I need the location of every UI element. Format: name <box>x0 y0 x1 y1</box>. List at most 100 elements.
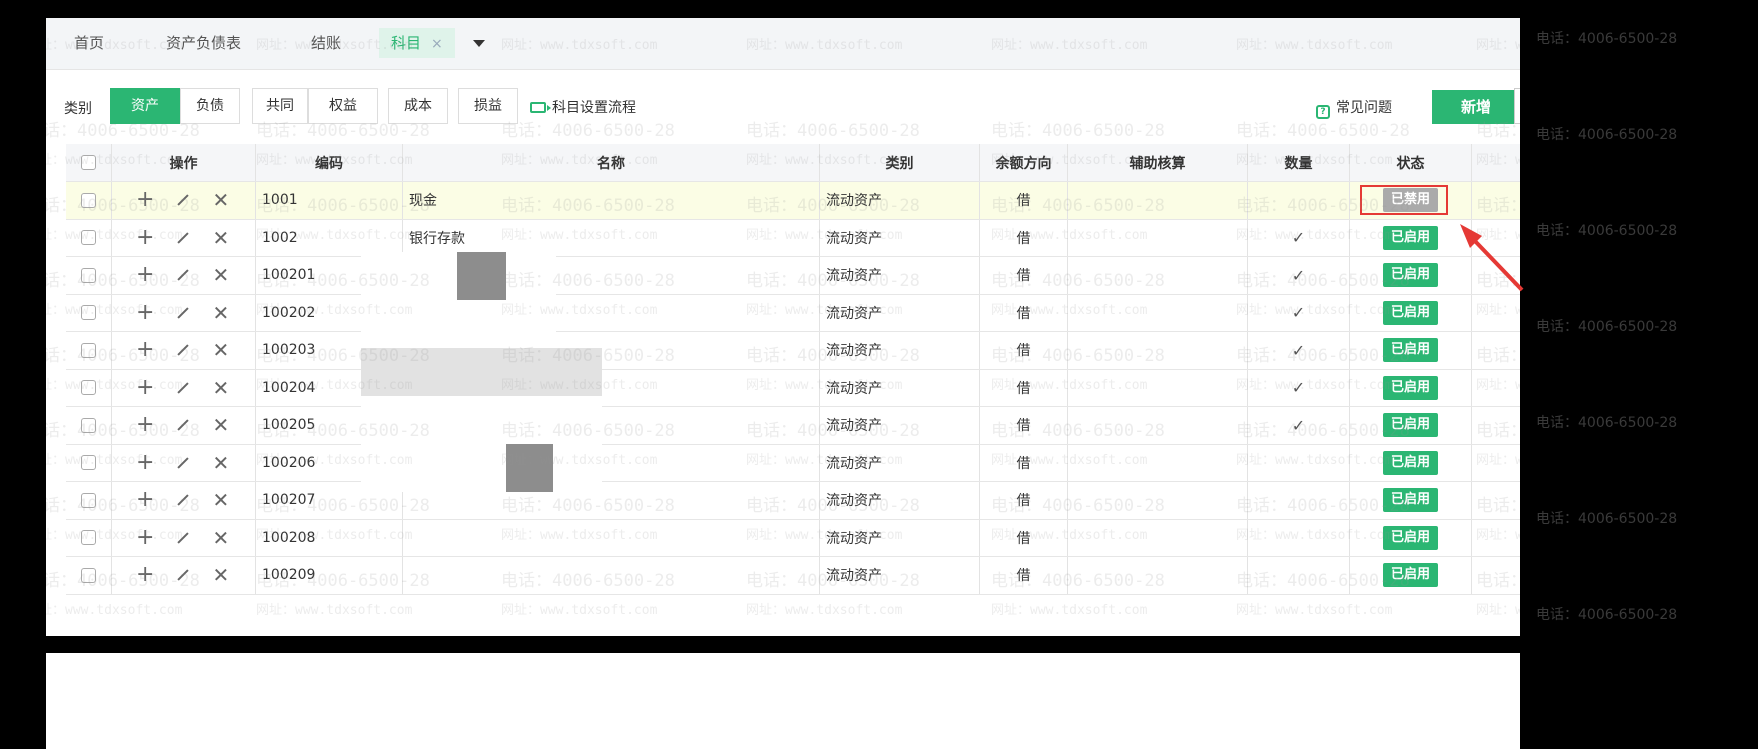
tab-accounts[interactable]: 科目 × <box>379 28 455 58</box>
pencil-icon[interactable] <box>177 532 190 544</box>
close-icon[interactable]: ✕ <box>212 340 229 360</box>
watermark-url: 网址：www.tdxsoft.com <box>1236 603 1393 618</box>
row-checkbox[interactable] <box>81 417 96 433</box>
table-row[interactable]: + ✕ 100202 流动资产借 ✓ 已启用 <box>66 294 1520 332</box>
flow-link-label: 科目设置流程 <box>552 100 636 116</box>
category-cost-button[interactable]: 成本 <box>388 88 448 124</box>
row-checkbox[interactable] <box>81 492 96 508</box>
table-row[interactable]: + ✕ 100208 流动资产借已启用 <box>66 519 1520 557</box>
table-row[interactable]: + ✕ 1002 银行存款 流动资产借 ✓ 已启用 <box>66 219 1520 257</box>
row-checkbox[interactable] <box>81 567 96 583</box>
plus-icon[interactable]: + <box>136 414 154 436</box>
plus-icon[interactable]: + <box>136 339 154 361</box>
tab-home[interactable]: 首页 <box>62 28 116 58</box>
status-badge[interactable]: 已启用 <box>1382 300 1438 325</box>
pencil-icon[interactable] <box>177 382 190 394</box>
close-icon[interactable]: ✕ <box>212 228 229 248</box>
table-row[interactable]: + ✕ 100207 流动资产借已启用 <box>66 482 1520 520</box>
column-header-name[interactable]: 名称 <box>403 144 820 181</box>
chevron-down-icon[interactable] <box>466 28 492 58</box>
truncated-button[interactable] <box>1514 88 1520 124</box>
pencil-icon[interactable] <box>177 569 190 581</box>
plus-icon[interactable]: + <box>136 564 154 586</box>
row-checkbox[interactable] <box>81 192 96 208</box>
close-icon[interactable]: ✕ <box>212 490 229 510</box>
table-row[interactable]: + ✕ 100201 流动资产借 ✓ 已启用 <box>66 257 1520 295</box>
category-common-button[interactable]: 共同 <box>252 88 308 124</box>
pencil-icon[interactable] <box>177 194 190 206</box>
status-badge[interactable]: 已启用 <box>1382 450 1438 475</box>
column-header-category[interactable]: 类别 <box>820 144 980 181</box>
plus-icon[interactable]: + <box>136 189 154 211</box>
status-cell: 已启用 <box>1350 219 1472 256</box>
account-category: 流动资产 <box>820 557 980 594</box>
status-badge[interactable]: 已启用 <box>1382 525 1438 550</box>
row-checkbox[interactable] <box>81 380 96 396</box>
balance-direction: 借 <box>980 182 1068 219</box>
column-header-qty[interactable]: 数量 <box>1248 144 1350 181</box>
select-all-checkbox[interactable] <box>81 155 96 170</box>
plus-icon[interactable]: + <box>136 264 154 286</box>
close-icon[interactable]: ✕ <box>212 303 229 323</box>
close-icon[interactable]: ✕ <box>212 415 229 435</box>
pencil-icon[interactable] <box>177 232 190 244</box>
watermark-url: 网址：www.tdxsoft.com <box>1476 603 1520 618</box>
close-icon[interactable]: ✕ <box>212 190 229 210</box>
row-select-cell <box>66 294 112 331</box>
tab-closing[interactable]: 结账 <box>299 28 353 58</box>
pencil-icon[interactable] <box>177 457 190 469</box>
plus-icon[interactable]: + <box>136 526 154 549</box>
status-badge[interactable]: 已启用 <box>1382 375 1438 400</box>
column-header-aux[interactable]: 辅助核算 <box>1068 144 1248 181</box>
close-icon[interactable]: × <box>431 36 443 52</box>
status-badge[interactable]: 已启用 <box>1382 413 1438 438</box>
column-header-direction[interactable]: 余额方向 <box>980 144 1068 181</box>
row-checkbox[interactable] <box>81 267 96 283</box>
table-row[interactable]: + ✕ 100209 流动资产借已启用 <box>66 557 1520 595</box>
close-icon[interactable]: ✕ <box>212 528 229 548</box>
status-badge[interactable]: 已启用 <box>1382 263 1438 288</box>
category-liability-button[interactable]: 负债 <box>180 88 240 124</box>
row-checkbox[interactable] <box>81 342 96 358</box>
quantity-flag: ✓ <box>1248 407 1350 444</box>
close-icon[interactable]: ✕ <box>212 453 229 473</box>
column-header-status[interactable]: 状态 <box>1350 144 1472 181</box>
row-ops: + ✕ <box>112 294 256 331</box>
status-badge[interactable]: 已启用 <box>1382 563 1438 588</box>
close-icon[interactable]: ✕ <box>212 378 229 398</box>
table-row[interactable]: + ✕ 100203 流动资产借 ✓ 已启用 <box>66 332 1520 370</box>
column-header-code[interactable]: 编码 <box>256 144 403 181</box>
category-equity-button[interactable]: 权益 <box>308 88 378 124</box>
row-checkbox[interactable] <box>81 305 96 321</box>
pencil-icon[interactable] <box>177 307 190 319</box>
status-badge[interactable]: 已启用 <box>1382 225 1438 250</box>
close-icon[interactable]: ✕ <box>212 265 229 285</box>
plus-icon[interactable]: + <box>136 489 154 511</box>
plus-icon[interactable]: + <box>136 301 154 324</box>
close-icon[interactable]: ✕ <box>212 565 229 585</box>
status-badge[interactable]: 已启用 <box>1382 338 1438 363</box>
row-checkbox[interactable] <box>81 230 96 246</box>
table-row[interactable]: + ✕ 100205 流动资产借 ✓ 已启用 <box>66 407 1520 445</box>
pencil-icon[interactable] <box>177 269 190 281</box>
faq-link[interactable]: ? 常见问题 <box>1316 97 1392 119</box>
row-checkbox[interactable] <box>81 530 96 546</box>
category-profit-loss-button[interactable]: 损益 <box>458 88 518 124</box>
aux-accounting <box>1068 519 1248 556</box>
row-checkbox[interactable] <box>81 455 96 471</box>
pencil-icon[interactable] <box>177 344 190 356</box>
pencil-icon[interactable] <box>177 419 190 431</box>
category-asset-button[interactable]: 资产 <box>110 88 180 124</box>
status-badge[interactable]: 已启用 <box>1382 488 1438 513</box>
plus-icon[interactable]: + <box>136 451 154 474</box>
plus-icon[interactable]: + <box>136 376 154 399</box>
table-row[interactable]: + ✕ 100204 流动资产借 ✓ 已启用 <box>66 369 1520 407</box>
pencil-icon[interactable] <box>177 494 190 506</box>
plus-icon[interactable]: + <box>136 226 154 249</box>
tab-balance-sheet[interactable]: 资产负债表 <box>154 28 253 58</box>
add-account-button[interactable]: 新增 <box>1432 90 1520 124</box>
table-row[interactable]: + ✕ 1001 现金 流动资产借已禁用 <box>66 182 1520 220</box>
account-setup-flow-link[interactable]: 科目设置流程 <box>530 97 636 117</box>
watermark-phone: 电话：4006-6500-28 <box>1536 223 1678 239</box>
table-row[interactable]: + ✕ 100206 流动资产借已启用 <box>66 444 1520 482</box>
